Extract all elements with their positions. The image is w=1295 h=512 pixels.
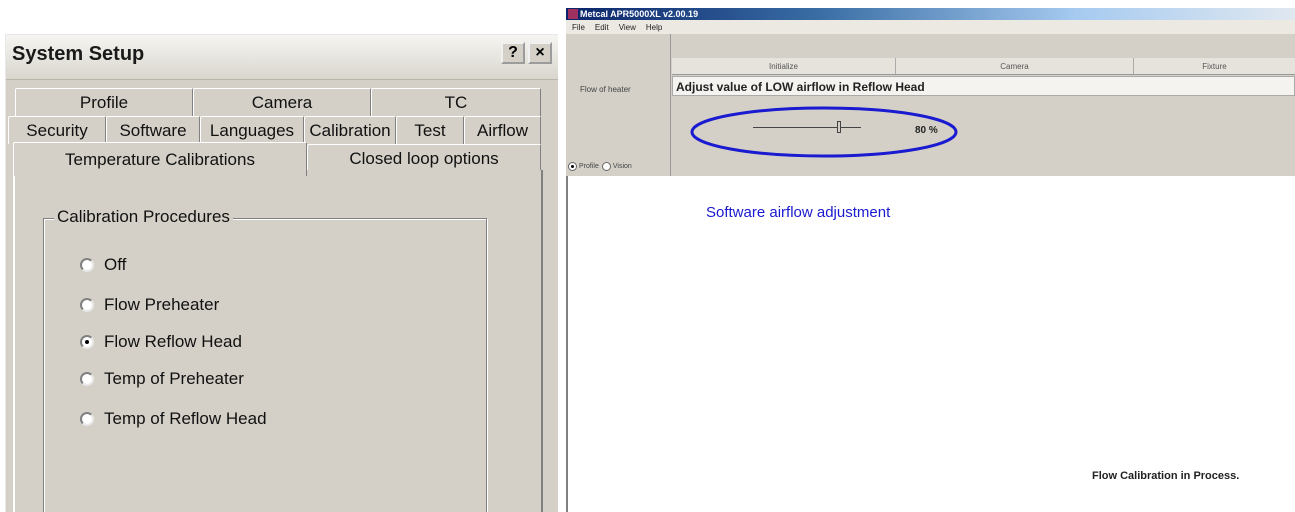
radio-temp-of-preheater[interactable] bbox=[80, 372, 94, 386]
option-label: Temp of Preheater bbox=[104, 369, 244, 388]
tab-camera[interactable]: Camera bbox=[896, 58, 1134, 74]
system-setup-screenshot: System Setup ? × Profile Camera TC Secur… bbox=[0, 0, 558, 512]
radio-temp-of-reflow-head[interactable] bbox=[80, 412, 94, 426]
menu-view[interactable]: View bbox=[619, 23, 636, 32]
radio-off[interactable] bbox=[80, 258, 94, 272]
metcal-app-screenshot: Metcal APR5000XL v2.00.19 File Edit View… bbox=[558, 0, 1295, 512]
highlight-ellipse bbox=[690, 106, 958, 158]
app-tab-bar: Initialize Camera Fixture bbox=[672, 58, 1295, 75]
menu-edit[interactable]: Edit bbox=[595, 23, 609, 32]
tab-software[interactable]: Software bbox=[106, 116, 200, 144]
system-setup-dialog: System Setup ? × Profile Camera TC Secur… bbox=[5, 34, 558, 512]
tab-test[interactable]: Test bbox=[396, 116, 464, 144]
status-text: Flow Calibration in Process. bbox=[1092, 470, 1240, 482]
left-strip: Flow of heater Profile Vision bbox=[566, 34, 671, 176]
app-icon bbox=[568, 9, 578, 19]
tab-fixture[interactable]: Fixture bbox=[1134, 58, 1295, 74]
radio-flow-preheater[interactable] bbox=[80, 298, 94, 312]
calibration-procedures-group: Calibration Procedures Off Flow Preheate… bbox=[43, 207, 487, 512]
option-label: Vision bbox=[612, 163, 632, 170]
group-label: Calibration Procedures bbox=[54, 207, 233, 227]
tab-initialize[interactable]: Initialize bbox=[672, 58, 896, 74]
adjust-text: Adjust value of LOW airflow in Reflow He… bbox=[676, 80, 925, 94]
tab-camera[interactable]: Camera bbox=[193, 88, 371, 116]
dialog-title: System Setup bbox=[12, 43, 145, 65]
flow-of-heater-label: Flow of heater bbox=[580, 85, 631, 94]
tab-calibration[interactable]: Calibration bbox=[304, 116, 396, 144]
main-canvas bbox=[566, 176, 1295, 512]
option-temp-of-reflow-head[interactable]: Temp of Reflow Head bbox=[80, 407, 267, 431]
option-temp-of-preheater[interactable]: Temp of Preheater bbox=[80, 367, 244, 391]
tab-profile[interactable]: Profile bbox=[15, 88, 193, 116]
tab-security[interactable]: Security bbox=[8, 116, 106, 144]
adjust-instruction: Adjust value of LOW airflow in Reflow He… bbox=[672, 76, 1295, 96]
option-label: Flow Preheater bbox=[104, 295, 220, 314]
app-title: Metcal APR5000XL v2.00.19 bbox=[580, 9, 699, 19]
option-label: Profile bbox=[579, 163, 599, 170]
tab-airflow[interactable]: Airflow bbox=[464, 116, 541, 144]
tab-closed-loop-options[interactable]: Closed loop options bbox=[307, 144, 541, 172]
tab-panel: Calibration Procedures Off Flow Preheate… bbox=[13, 170, 543, 512]
option-label: Flow Reflow Head bbox=[104, 332, 242, 351]
annotation-text: Software airflow adjustment bbox=[706, 204, 891, 221]
tab-tc[interactable]: TC bbox=[371, 88, 541, 116]
menu-file[interactable]: File bbox=[572, 23, 585, 32]
option-flow-preheater[interactable]: Flow Preheater bbox=[80, 293, 219, 317]
tab-languages[interactable]: Languages bbox=[200, 116, 304, 144]
menu-help[interactable]: Help bbox=[646, 23, 662, 32]
help-button[interactable]: ? bbox=[501, 42, 525, 64]
dialog-title-bar[interactable]: System Setup ? × bbox=[6, 35, 558, 80]
option-label: Temp of Reflow Head bbox=[104, 409, 267, 428]
close-button[interactable]: × bbox=[528, 42, 552, 64]
tab-temperature-calibrations[interactable]: Temperature Calibrations bbox=[13, 142, 307, 176]
radio-vision[interactable] bbox=[601, 162, 611, 171]
app-title-bar[interactable]: Metcal APR5000XL v2.00.19 bbox=[566, 8, 1295, 20]
option-flow-reflow-head[interactable]: Flow Reflow Head bbox=[80, 330, 242, 354]
view-options: Profile Vision bbox=[568, 162, 632, 171]
radio-flow-reflow-head[interactable] bbox=[80, 335, 94, 349]
option-label: Off bbox=[104, 255, 127, 274]
menu-bar: File Edit View Help bbox=[566, 20, 1295, 34]
option-off[interactable]: Off bbox=[80, 253, 126, 277]
radio-profile[interactable] bbox=[568, 162, 577, 171]
